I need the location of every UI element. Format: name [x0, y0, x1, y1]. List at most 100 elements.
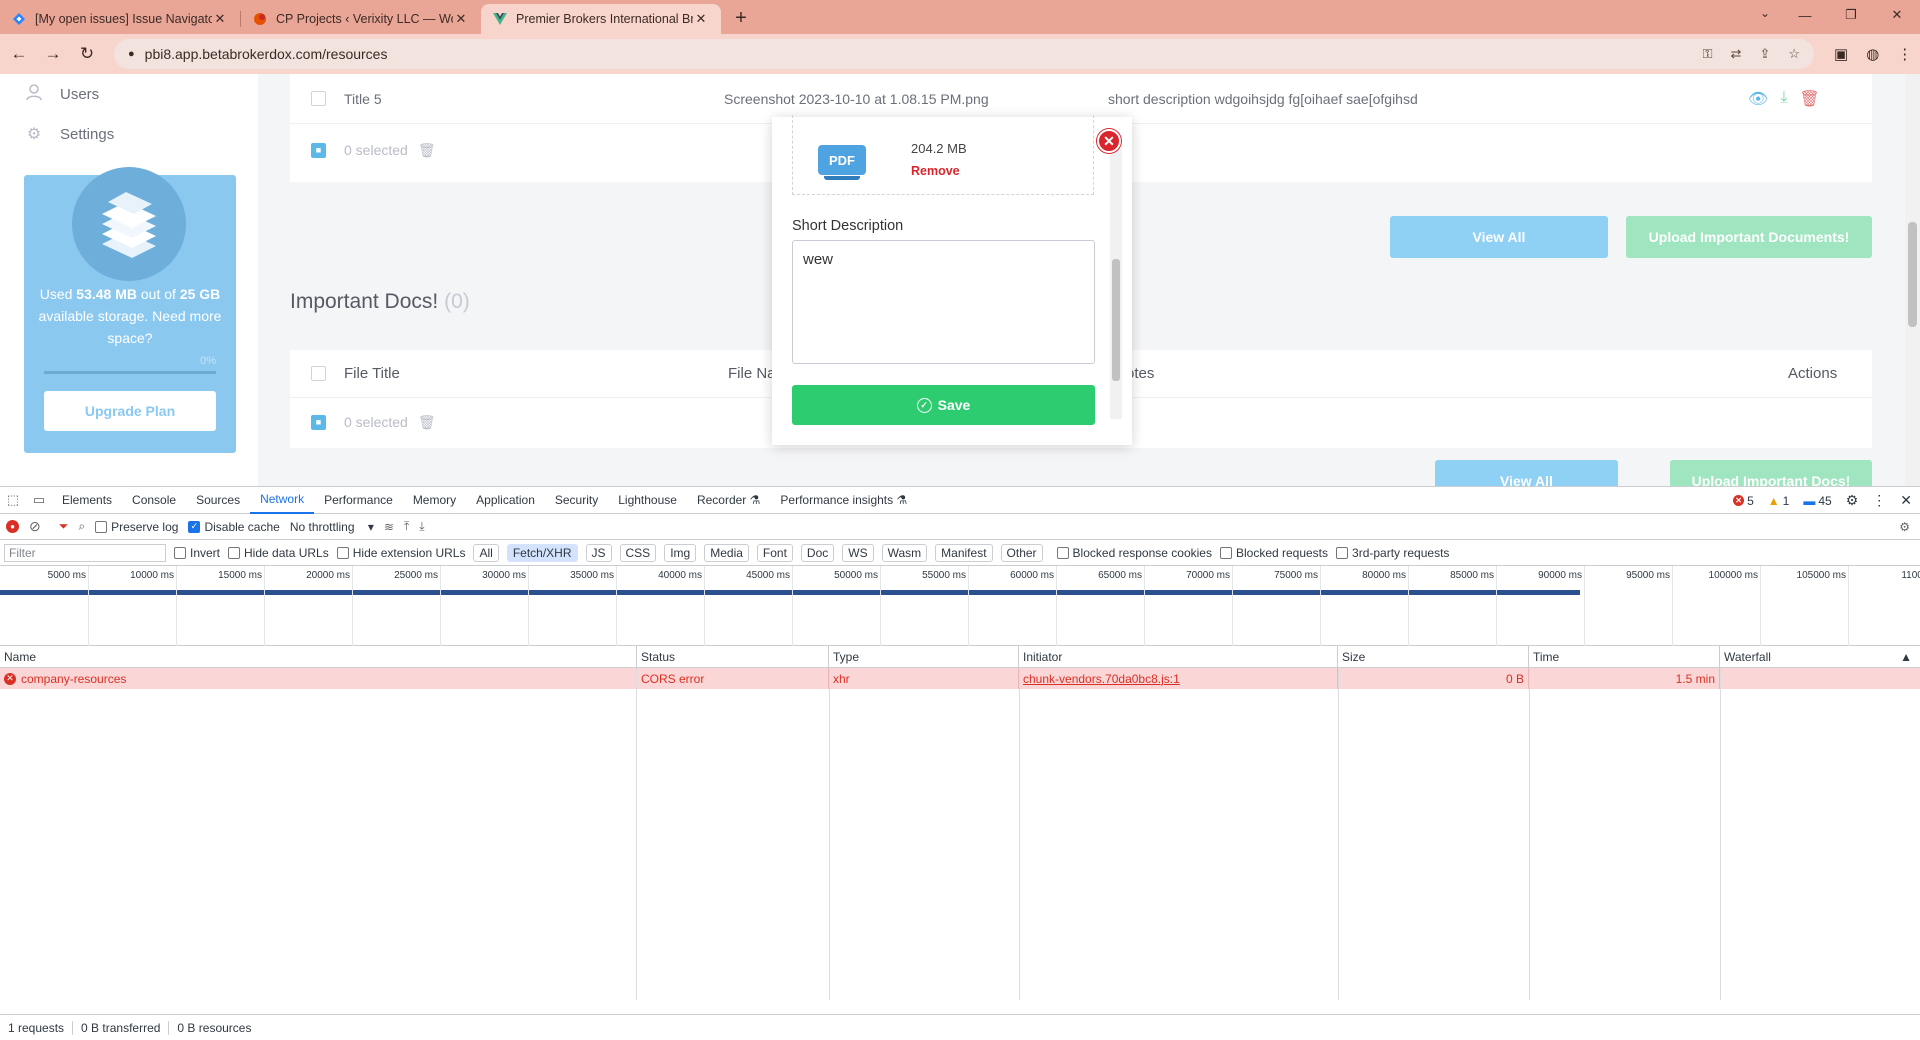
browser-menu-icon[interactable]: ⋮ [1897, 45, 1912, 63]
minimize-icon[interactable]: — [1782, 0, 1828, 30]
delete-trash-icon[interactable]: 🗑 [1799, 89, 1819, 109]
col-initiator[interactable]: Initiator [1019, 646, 1338, 667]
tab-close-icon[interactable]: ✕ [453, 11, 469, 27]
throttling-select[interactable]: No throttling ▾ [290, 520, 374, 534]
device-toolbar-icon[interactable]: ▭ [26, 487, 52, 514]
page-scroll-thumb[interactable] [1908, 222, 1917, 327]
new-tab-button[interactable]: + [727, 4, 755, 32]
save-button[interactable]: ✓ Save [792, 385, 1095, 425]
filter-input[interactable]: Filter [4, 543, 166, 562]
tab-security[interactable]: Security [545, 487, 608, 514]
devtools-menu-icon[interactable]: ⋮ [1872, 492, 1886, 509]
tab-close-icon[interactable]: ✕ [212, 11, 228, 27]
modal-close-icon[interactable]: ✕ [1097, 129, 1121, 153]
devtools-close-icon[interactable]: ✕ [1900, 492, 1912, 509]
hide-data-urls-toggle[interactable]: Hide data URLs [228, 546, 329, 560]
warning-count-badge[interactable]: ▲ 1 [1768, 494, 1790, 508]
tab-recorder[interactable]: Recorder ⚗ [687, 487, 770, 514]
disable-cache-toggle[interactable]: ✓ Disable cache [188, 520, 280, 534]
clear-icon[interactable]: ⊘ [29, 518, 41, 535]
bulk-delete-icon[interactable]: 🗑 [418, 142, 436, 159]
reload-icon[interactable]: ↻ [72, 39, 102, 69]
row-checkbox[interactable] [311, 91, 326, 106]
filter-funnel-icon[interactable]: ⏷ [59, 519, 69, 534]
browser-tab-2[interactable]: CP Projects ‹ Verixity LLC — Wor ✕ [241, 4, 481, 34]
browser-tab-1[interactable]: [My open issues] Issue Navigato ✕ [0, 4, 240, 34]
forward-arrow-icon[interactable]: → [38, 39, 68, 69]
upgrade-plan-button[interactable]: Upgrade Plan [44, 391, 216, 431]
import-har-icon[interactable]: ⤒ [404, 519, 409, 534]
error-count-badge[interactable]: ✕ 5 [1733, 494, 1754, 508]
third-party-toggle[interactable]: 3rd-party requests [1336, 546, 1449, 560]
restore-icon[interactable]: ❐ [1828, 0, 1874, 30]
page-scrollbar[interactable] [1905, 74, 1920, 486]
site-info-icon[interactable]: ● [128, 48, 135, 60]
key-icon[interactable]: ⚿ [1703, 46, 1713, 62]
remove-file-link[interactable]: Remove [911, 164, 960, 178]
network-request-row[interactable]: ✕ company-resources CORS error xhr chunk-… [0, 668, 1920, 689]
tab-network[interactable]: Network [250, 487, 315, 514]
tab-sources[interactable]: Sources [186, 487, 250, 514]
record-icon[interactable]: ● [6, 520, 19, 533]
tab-memory[interactable]: Memory [403, 487, 466, 514]
blocked-cookies-toggle[interactable]: Blocked response cookies [1056, 546, 1212, 560]
back-arrow-icon[interactable]: ← [4, 39, 34, 69]
filter-type-doc[interactable]: Doc [800, 543, 835, 562]
blocked-cookies-checkbox[interactable] [1056, 546, 1069, 559]
filter-type-other[interactable]: Other [1000, 543, 1043, 562]
sidebar-item-settings[interactable]: ⚙ Settings [0, 114, 258, 154]
tab-performance[interactable]: Performance [314, 487, 403, 514]
message-count-badge[interactable]: ▬ 45 [1803, 494, 1831, 508]
short-description-textarea[interactable]: wew [792, 240, 1095, 364]
tab-application[interactable]: Application [466, 487, 545, 514]
col-time[interactable]: Time [1529, 646, 1720, 667]
filter-type-all[interactable]: All [473, 543, 499, 562]
side-panel-icon[interactable]: ▣ [1834, 45, 1848, 63]
network-settings-icon[interactable]: ⚙ [1899, 520, 1910, 534]
download-icon[interactable]: ⤓ [1780, 89, 1787, 109]
filter-type-fetch-xhr[interactable]: Fetch/XHR [506, 543, 578, 562]
col-type[interactable]: Type [829, 646, 1019, 667]
disable-cache-checkbox[interactable]: ✓ [188, 520, 201, 533]
blocked-requests-toggle[interactable]: Blocked requests [1219, 546, 1328, 560]
bulk-delete-icon[interactable]: 🗑 [418, 414, 436, 431]
network-conditions-icon[interactable]: ≋ [384, 520, 394, 534]
blocked-requests-checkbox[interactable] [1219, 546, 1232, 559]
col-size[interactable]: Size [1338, 646, 1529, 667]
modal-scrollbar[interactable] [1110, 149, 1122, 419]
tab-performance-insights[interactable]: Performance insights ⚗ [770, 487, 917, 514]
network-overview-timeline[interactable]: 5000 ms 10000 ms 15000 ms 20000 ms 25000 ms 3… [0, 566, 1920, 646]
filter-type-manifest[interactable]: Manifest [935, 543, 993, 562]
search-icon[interactable]: ⌕ [78, 519, 85, 534]
share-icon[interactable]: ⇪ [1759, 46, 1770, 62]
bookmark-star-icon[interactable]: ☆ [1788, 46, 1800, 62]
filter-type-ws[interactable]: WS [842, 543, 874, 562]
tab-close-icon[interactable]: ✕ [693, 11, 709, 27]
col-name[interactable]: Name [0, 646, 637, 667]
select-all-checkbox[interactable]: ■ [311, 414, 326, 430]
col-status[interactable]: Status [637, 646, 829, 667]
tab-console[interactable]: Console [122, 487, 186, 514]
hide-data-urls-checkbox[interactable] [228, 546, 241, 559]
inspect-element-icon[interactable]: ⬚ [0, 487, 26, 514]
url-text[interactable]: pbi8.app.betabrokerdox.com/resources [145, 46, 1703, 62]
devtools-settings-icon[interactable]: ⚙ [1846, 492, 1859, 509]
translate-icon[interactable]: ⇄ [1731, 46, 1742, 62]
filter-type-css[interactable]: CSS [619, 543, 657, 562]
view-all-button[interactable]: View All [1390, 216, 1608, 258]
modal-scroll-thumb[interactable] [1112, 259, 1120, 381]
tab-search-chevron-icon[interactable]: ⌄ [1760, 6, 1770, 20]
upload-docs-button-2[interactable]: Upload Important Docs! [1670, 460, 1872, 486]
profile-avatar-icon[interactable]: ◍ [1866, 45, 1879, 63]
close-window-icon[interactable]: ✕ [1874, 0, 1920, 30]
tab-lighthouse[interactable]: Lighthouse [608, 487, 687, 514]
export-har-icon[interactable]: ⤓ [419, 519, 424, 534]
preserve-log-checkbox[interactable] [95, 520, 108, 533]
preserve-log-toggle[interactable]: Preserve log [95, 520, 178, 534]
invert-toggle[interactable]: Invert [174, 546, 220, 560]
view-eye-icon[interactable]: 👁 [1748, 89, 1768, 109]
filter-type-wasm[interactable]: Wasm [881, 543, 928, 562]
invert-checkbox[interactable] [174, 546, 186, 559]
filter-type-font[interactable]: Font [756, 543, 793, 562]
sidebar-item-users[interactable]: Users [0, 74, 258, 114]
